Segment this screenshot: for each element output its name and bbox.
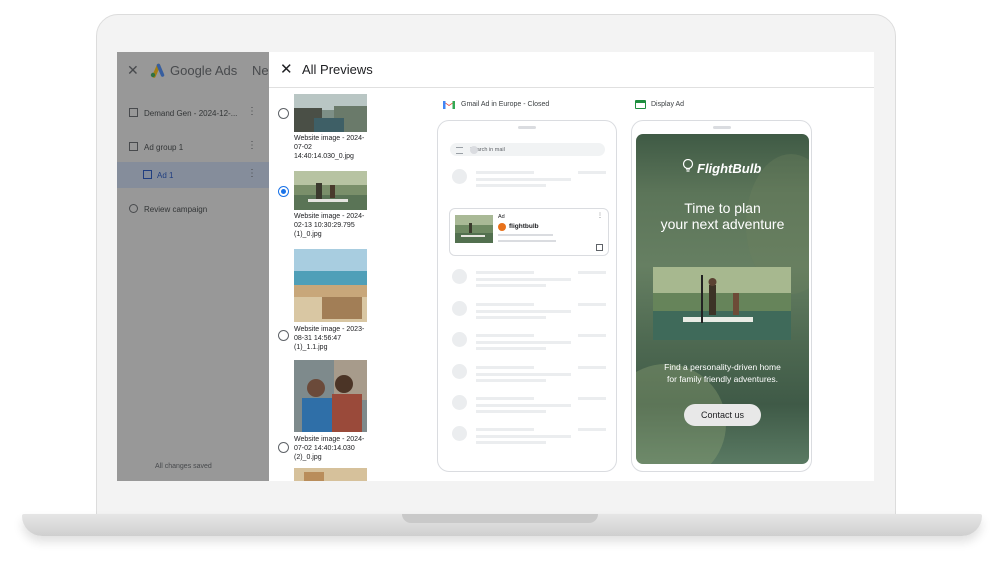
display-ad-headline: Time to plan your next adventure <box>636 200 809 232</box>
gmail-ad-card: Ad flightbulb ⋮ <box>449 208 609 256</box>
phone-speaker <box>518 126 536 129</box>
body-line: for family friendly adventures. <box>666 374 779 384</box>
modal-overlay[interactable] <box>117 52 269 481</box>
phone-speaker <box>712 126 731 129</box>
image-thumbnail <box>294 249 367 322</box>
radio-button[interactable] <box>278 330 289 341</box>
headline-line: Time to plan <box>684 200 761 216</box>
lightbulb-icon <box>682 159 694 172</box>
image-caption: Website image - 2023-08-31 14:56:47 (1)_… <box>294 326 365 351</box>
ad-brand: flightbulb <box>509 223 539 230</box>
image-caption: Website image - 2024-07-02 14:40:14.030_… <box>294 135 365 160</box>
previews-header: ✕ All Previews <box>269 52 874 88</box>
open-icon[interactable] <box>596 244 603 251</box>
email-row-placeholder <box>452 364 607 382</box>
radio-button[interactable] <box>278 442 289 453</box>
screen: ✕ Google Ads Ne Demand Gen - 2024-12-...… <box>117 52 874 481</box>
email-row-placeholder <box>452 169 607 187</box>
flightbulb-logo-icon <box>498 223 506 231</box>
ad-tag: Ad <box>498 214 505 220</box>
contact-us-button[interactable]: Contact us <box>684 404 761 426</box>
close-icon[interactable]: ✕ <box>280 60 293 78</box>
image-list[interactable]: Website image - 2024-07-02 14:40:14.030_… <box>269 88 376 481</box>
dialog-title: All Previews <box>302 62 373 77</box>
laptop-notch <box>402 514 598 523</box>
image-thumbnail <box>294 171 367 210</box>
text-placeholder <box>498 240 556 242</box>
email-row-placeholder <box>452 332 607 350</box>
headline-line: your next adventure <box>660 216 785 232</box>
image-caption: Website image - 2024-07-02 14:40:14.030 … <box>294 436 365 461</box>
email-row-placeholder <box>452 269 607 287</box>
avatar <box>470 146 478 154</box>
gmail-search-bar: Search in mail <box>450 143 605 156</box>
text-placeholder <box>498 234 553 236</box>
display-ad: FlightBulb Time to plan your next advent… <box>636 134 809 464</box>
email-row-placeholder <box>452 395 607 413</box>
email-row-placeholder <box>452 426 607 444</box>
image-thumbnail <box>294 360 367 432</box>
gmail-icon <box>443 101 455 109</box>
display-ad-body: Find a personality-driven home for famil… <box>636 361 809 385</box>
display-ad-brand: FlightBulb <box>697 161 762 176</box>
ad-image <box>455 215 493 243</box>
email-row-placeholder <box>452 301 607 319</box>
display-ad-image <box>653 267 791 340</box>
gmail-phone-preview: Search in mail Ad flightbulb ⋮ <box>437 120 617 472</box>
display-ad-icon <box>635 100 646 109</box>
preview-area: Gmail Ad in Europe - Closed Display Ad S… <box>375 88 874 481</box>
display-preview-title: Display Ad <box>651 101 685 108</box>
image-thumbnail <box>294 468 367 481</box>
display-phone-preview: FlightBulb Time to plan your next advent… <box>631 120 812 472</box>
radio-button[interactable] <box>278 108 289 119</box>
image-thumbnail <box>294 94 367 132</box>
menu-icon <box>456 147 463 154</box>
gmail-preview-title: Gmail Ad in Europe - Closed <box>461 101 550 108</box>
body-line: Find a personality-driven home <box>664 362 781 372</box>
more-icon[interactable]: ⋮ <box>597 212 603 219</box>
image-caption: Website image - 2024-02-13 10:30:29.795 … <box>294 213 365 238</box>
radio-button-selected[interactable] <box>278 186 289 197</box>
